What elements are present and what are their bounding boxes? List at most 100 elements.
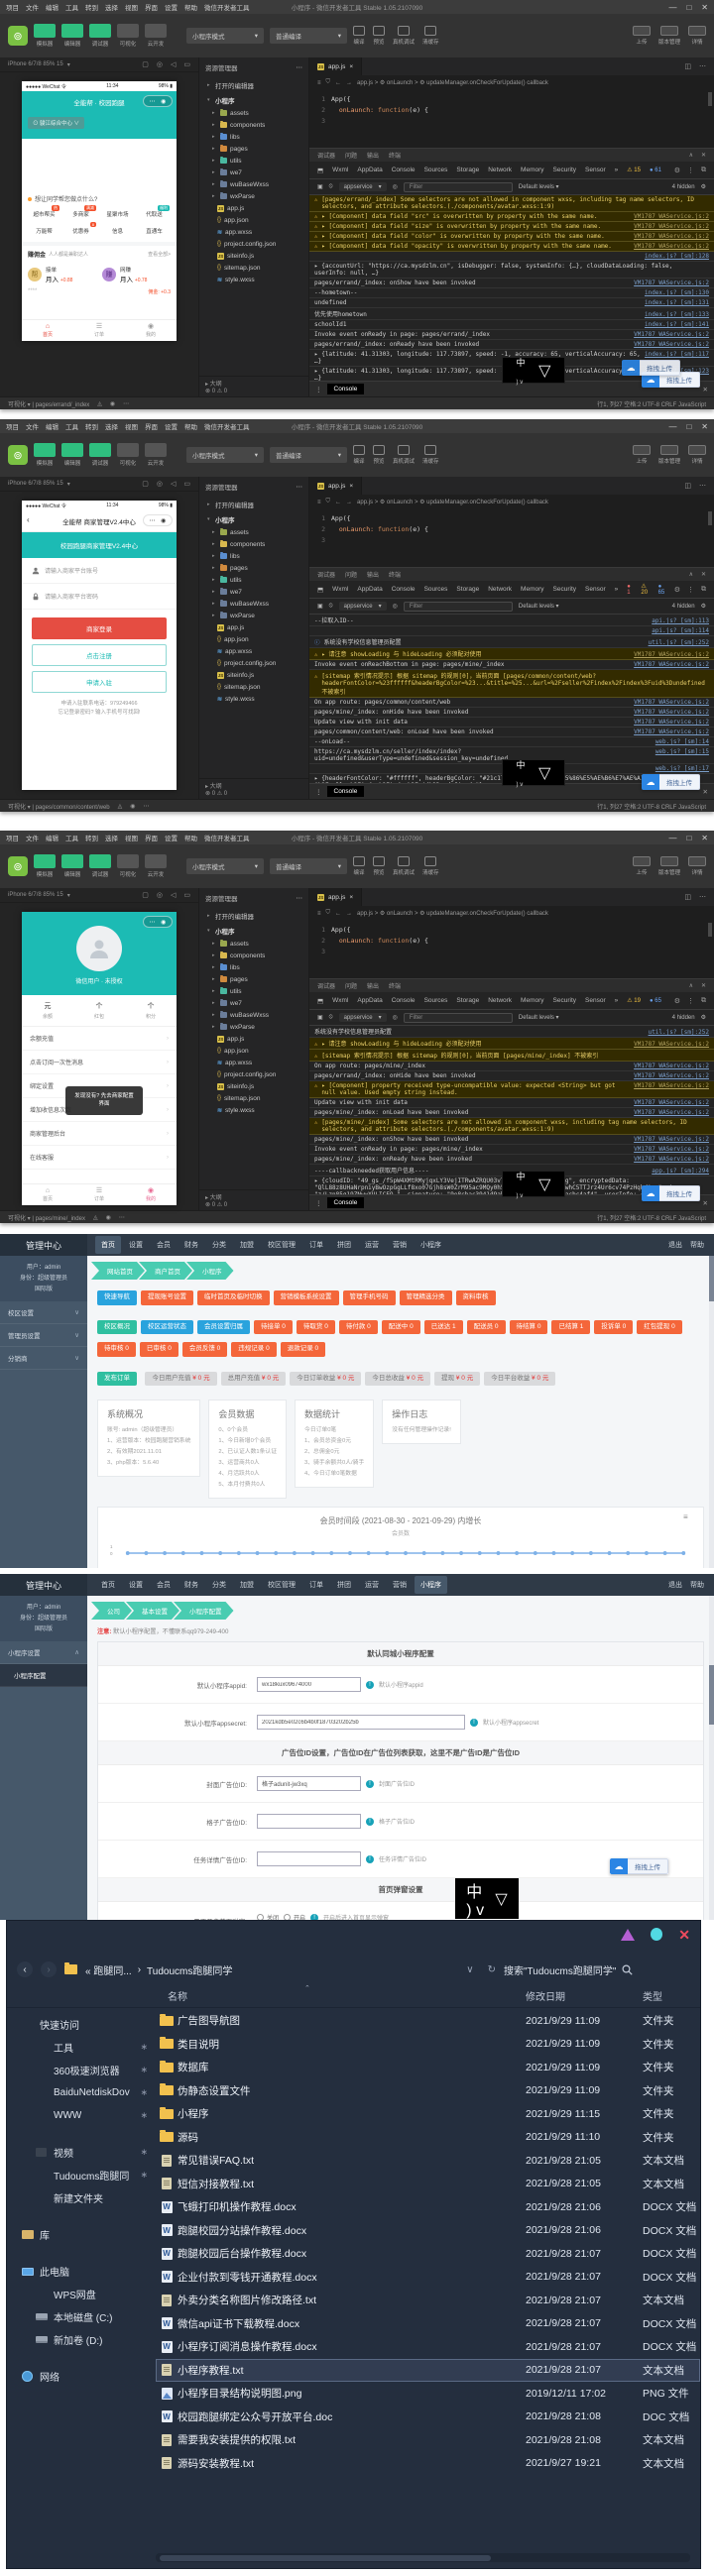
back-icon[interactable]: ← [335, 80, 341, 86]
context-dropdown[interactable]: appservice▾ [339, 602, 387, 611]
console-row[interactable]: pages/errand/_index: onHide have been in… [309, 1071, 714, 1081]
tree-folder-item[interactable]: ▸ utils [199, 985, 308, 997]
console-source-link[interactable]: VM1787 WAService.js:2 [634, 1136, 709, 1143]
console-row[interactable]: pages/mine/_index: onShow have been invo… [309, 1135, 714, 1145]
tree-folder-item[interactable]: ▸ components [199, 950, 308, 961]
profile-menu-item[interactable]: 余额充值 › [22, 1027, 177, 1051]
simulator-icons[interactable]: ▢◎◁▭ [142, 891, 190, 899]
view-toggle-button[interactable]: 云开发 [145, 854, 167, 878]
devtools-tab[interactable]: Wxml [332, 586, 348, 593]
brand-logo[interactable]: 管理中心 [0, 1234, 87, 1256]
tree-file-item[interactable]: ≋ style.wxss [199, 1104, 308, 1116]
tree-folder-item[interactable]: ▸ assets [199, 526, 308, 538]
password-field[interactable]: 请输入商家平台密码 [22, 584, 177, 610]
console-row[interactable]: Invoke event onReady in page: pages/erra… [309, 330, 714, 340]
more-icon[interactable]: ⋯ [119, 1214, 125, 1221]
menu-item[interactable]: 编辑 [46, 2, 59, 12]
console-row[interactable]: ▸ [Component] data field "opacity" is ov… [309, 242, 714, 252]
tree-file-item[interactable]: {} project.config.json [199, 657, 308, 669]
order-status-button[interactable]: 退款记录 0 [281, 1342, 325, 1357]
tree-folder-item[interactable]: ▸ we7 [199, 997, 308, 1009]
toolbar-action-button[interactable]: 真机调试 [393, 445, 415, 465]
view-toggle-button[interactable]: 编辑器 [61, 854, 83, 878]
close-icon[interactable]: ✕ [701, 422, 708, 431]
tree-file-item[interactable]: {} project.config.json [199, 238, 308, 250]
menu-item[interactable]: 界面 [145, 833, 158, 842]
profile-menu-item[interactable]: 点击订阅一次性消息 › [22, 1051, 177, 1074]
console-source-link[interactable]: index.js? [sm]:131 [645, 299, 709, 306]
toolbar-action-button[interactable]: 真机调试 [393, 26, 415, 46]
tree-file-item[interactable]: ≋ style.wxss [199, 693, 308, 705]
console-source-link[interactable]: VM1787 WAService.js:2 [634, 341, 709, 348]
column-type[interactable]: 类型 [643, 1988, 700, 2003]
console-row[interactable]: ▸ {accountUrl: "https://ca.mysdzlm.cn", … [309, 262, 714, 279]
menu-item[interactable]: 项目 [6, 2, 19, 12]
view-toggle-button[interactable]: 模拟器 [34, 443, 56, 467]
console-row[interactable]: api.js? [sm]:114 [309, 626, 714, 636]
view-toggle-button[interactable]: 调试器 [89, 24, 111, 48]
nav-item[interactable]: 首页 [95, 1576, 121, 1594]
console-row[interactable]: 优先使用hometown index.js? [sm]:133 [309, 308, 714, 320]
nav-right-item[interactable]: 帮助 [690, 1580, 704, 1590]
toolbar-action-button[interactable]: 预览 [373, 445, 385, 465]
menu-item[interactable]: 项目 [6, 421, 19, 431]
drag-upload-button[interactable]: ☁ 拖拽上传 [642, 1185, 700, 1201]
clear-console-icon[interactable]: ⦸ [329, 183, 333, 190]
split-editor-icon[interactable]: ◫ [684, 62, 691, 70]
nav-item[interactable]: 运营 [359, 1236, 385, 1254]
tree-folder-item[interactable]: ▸ assets [199, 938, 308, 950]
console-source-link[interactable]: index.js? [sm]:133 [645, 311, 709, 318]
minimize-icon[interactable]: — [668, 422, 676, 431]
maximize-circle-icon[interactable] [651, 1928, 662, 1941]
order-status-button[interactable]: 校区运营状态 [141, 1320, 193, 1335]
debugger-subtab[interactable]: 终端 [389, 981, 401, 990]
settings-gear-icon[interactable]: ⚙ [701, 1014, 706, 1021]
order-status-button[interactable]: 投诉单 0 [594, 1320, 633, 1335]
debugger-subtab[interactable]: 调试器 [317, 151, 335, 160]
debugger-subtab[interactable]: 问题 [345, 151, 357, 160]
apply-join-button[interactable]: 申请入驻 [32, 671, 167, 693]
tree-folder-item[interactable]: ▸ wuBaseWxss [199, 178, 308, 190]
text-input[interactable] [257, 1715, 465, 1730]
tree-file-item[interactable]: JS siteinfo.js [199, 250, 308, 262]
filter-input[interactable]: Filter [404, 602, 513, 612]
bookmark-icon[interactable]: ⛉ [326, 499, 331, 505]
editor-scrollbar[interactable] [708, 923, 712, 937]
editor-tab[interactable]: JS app.js × [309, 888, 362, 906]
tree-folder-item[interactable]: ▸ we7 [199, 586, 308, 598]
mode-dropdown[interactable]: 小程序模式▾ [186, 447, 264, 463]
order-status-button[interactable]: 已审核 0 [140, 1342, 178, 1357]
nav-item[interactable]: 订单 [303, 1576, 329, 1594]
tree-folder-item[interactable]: ▸ pages [199, 973, 308, 985]
file-row[interactable]: 小程序目录结构说明图.png 2019/12/11 17:02 PNG 文件 [156, 2382, 700, 2406]
sidebar-item[interactable]: 本地磁盘 (C:) [7, 2305, 156, 2328]
view-toggle-button[interactable]: 编辑器 [61, 24, 83, 48]
console-row[interactable]: 系统没有学校信息管理员配置 util.js? [sm]:252 [309, 1026, 714, 1038]
toolbar-action-button[interactable]: 真机调试 [393, 856, 415, 876]
console-log[interactable]: --拉取入ID-- api.js? [sm]:113 api.js? [sm]:… [309, 615, 714, 783]
category-item[interactable]: 代取送 福利 [137, 207, 172, 221]
project-root[interactable]: ▾小程序 [199, 92, 308, 107]
gear-icon[interactable]: ⚙ [674, 167, 680, 174]
forward-icon[interactable]: → [346, 911, 352, 917]
toolbar-action-button[interactable]: 清缓存 [422, 26, 439, 46]
menu-item[interactable]: 工具 [65, 421, 78, 431]
menu-item[interactable]: 转到 [85, 421, 98, 431]
nav-item[interactable]: 会员 [151, 1576, 177, 1594]
tree-folder-item[interactable]: ▸ utils [199, 574, 308, 586]
close-icon[interactable]: × [349, 483, 353, 490]
phone-tab[interactable]: ◉ 我的 [125, 1184, 177, 1205]
finance-stat-button[interactable]: 总用户充值 ¥ 0 元 [221, 1372, 287, 1387]
maximize-icon[interactable]: □ [686, 3, 691, 12]
sidebar-item[interactable]: Tudoucms跑腿同 ∗ [7, 2164, 156, 2186]
console-drawer-tab[interactable]: Console [327, 1197, 365, 1208]
more-icon[interactable]: ⋯ [699, 482, 706, 490]
menu-item[interactable]: 工具 [65, 833, 78, 842]
devtools-tab[interactable]: Console [392, 997, 416, 1004]
view-toggle-button[interactable]: 模拟器 [34, 24, 56, 48]
nav-item[interactable]: 设置 [123, 1576, 149, 1594]
console-source-link[interactable]: VM1787 WAService.js:2 [634, 699, 709, 706]
menu-item[interactable]: 界面 [145, 2, 158, 12]
nav-item[interactable]: 会员 [151, 1236, 177, 1254]
device-toolbar-icon[interactable]: ⬒ [317, 586, 323, 594]
